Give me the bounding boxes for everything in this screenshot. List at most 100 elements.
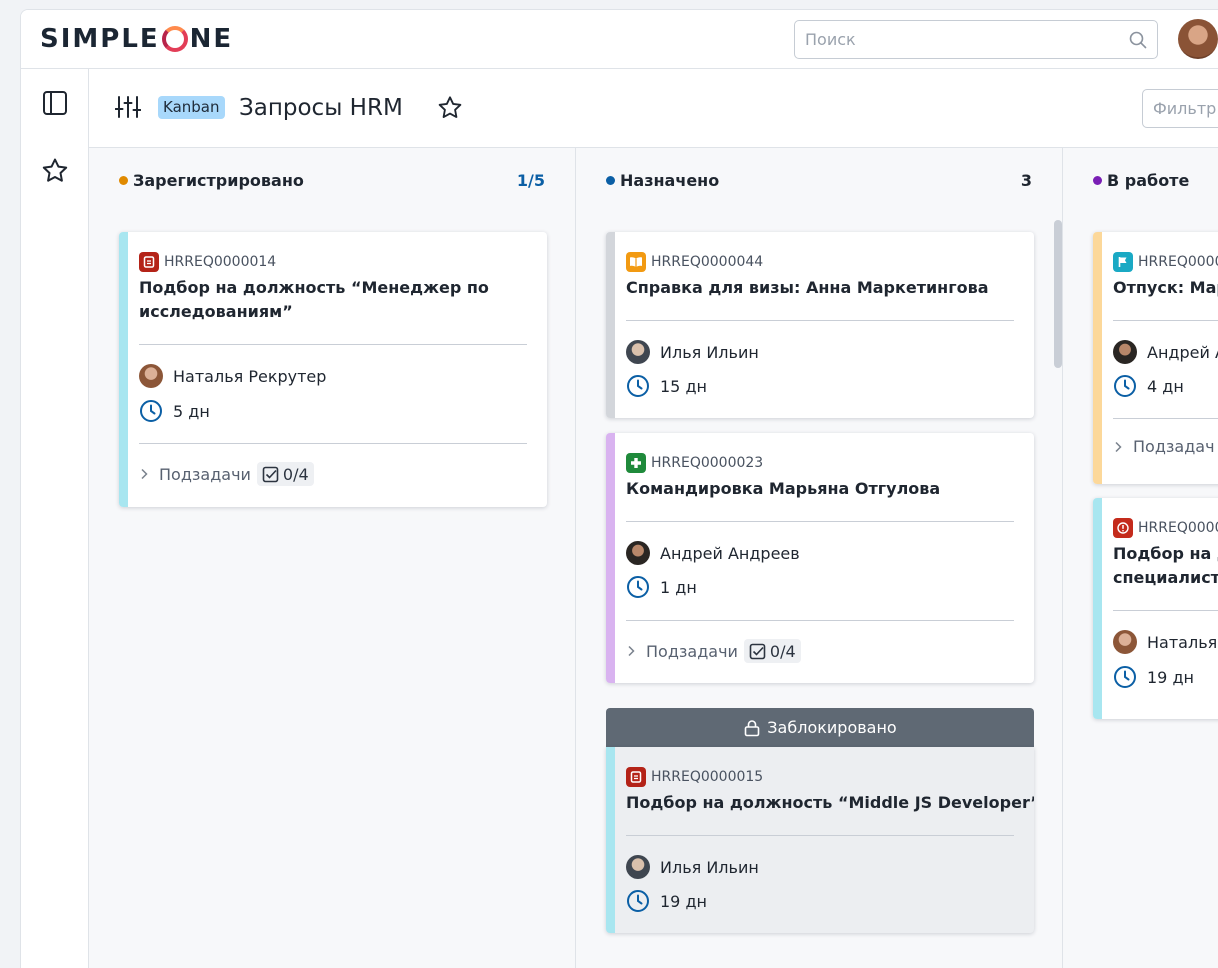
toggle-sidebar-button[interactable]: [41, 89, 69, 117]
divider: [139, 344, 527, 345]
clock-icon: [627, 375, 649, 397]
favorite-star-icon[interactable]: [437, 95, 463, 121]
chevron-right-icon: [628, 645, 635, 657]
card-title[interactable]: Справка для визы: Анна Маркетингова: [626, 276, 1014, 300]
card-title[interactable]: Подбор на должность “Менеджер по исследо…: [139, 276, 527, 324]
document-icon: [139, 252, 159, 272]
logo-text-part2: NE: [189, 24, 234, 54]
subtasks-toggle[interactable]: Подзадачи 0/4: [139, 462, 314, 486]
duration: 19 дн: [1113, 664, 1194, 690]
divider: [1113, 418, 1218, 419]
column-header: В работе: [1093, 168, 1218, 192]
column-in-progress: В работе HRREQ0000 Отпуск: Мар Андрей А: [1063, 148, 1218, 968]
divider: [1113, 610, 1218, 611]
card-title[interactable]: Командировка Марьяна Отгулова: [626, 477, 1014, 501]
assignee: Илья Ильин: [626, 854, 759, 880]
assignee: Андрей А: [1113, 339, 1218, 365]
alert-icon: [1113, 518, 1133, 538]
column-title: В работе: [1107, 170, 1190, 190]
document-icon: [626, 767, 646, 787]
top-bar: SIMPLE NE: [21, 10, 1218, 69]
clock-icon: [1114, 666, 1136, 688]
sidebar-panel-icon: [43, 91, 67, 115]
card-title[interactable]: Отпуск: Мар: [1113, 276, 1218, 300]
assignee: Илья Ильин: [626, 339, 759, 365]
column-header: Назначено 3: [606, 168, 1032, 192]
assignee-avatar: [626, 340, 650, 364]
card-stripe: [119, 232, 128, 507]
kanban-card[interactable]: HRREQ0000 Отпуск: Мар Андрей А 4 дн: [1093, 232, 1218, 484]
lock-icon: [744, 719, 760, 736]
card-id: HRREQ0000014: [139, 252, 276, 272]
kanban-card[interactable]: HRREQ0000 Подбор на д специалист Наталья…: [1093, 498, 1218, 719]
search-box: [794, 20, 1158, 59]
sidebar: [21, 69, 89, 968]
column-scrollbar[interactable]: [1054, 220, 1062, 368]
kanban-card[interactable]: HRREQ0000044 Справка для визы: Анна Марк…: [606, 232, 1034, 418]
user-avatar[interactable]: [1178, 19, 1218, 59]
card-id: HRREQ0000: [1113, 518, 1218, 538]
app-window: SIMPLE NE Kanban Запросы HRM Зарегистриро…: [20, 9, 1218, 968]
kanban-card-locked[interactable]: HRREQ0000015 Подбор на должность “Middle…: [606, 747, 1034, 933]
subtasks-toggle[interactable]: Подзадачи 0/4: [626, 639, 801, 663]
duration: 4 дн: [1113, 373, 1184, 399]
duration: 19 дн: [626, 888, 707, 914]
duration: 5 дн: [139, 398, 210, 424]
kanban-board: Зарегистрировано 1/5 HRREQ0000014 Подбор…: [89, 148, 1218, 968]
column-title: Зарегистрировано: [133, 170, 304, 190]
card-id: HRREQ0000023: [626, 453, 763, 473]
assignee: Андрей Андреев: [626, 540, 800, 566]
card-title[interactable]: Подбор на должность “Middle JS Developer…: [626, 791, 1034, 815]
column-registered: Зарегистрировано 1/5 HRREQ0000014 Подбор…: [89, 148, 576, 968]
divider: [626, 835, 1014, 836]
favorites-button[interactable]: [41, 157, 69, 185]
clock-icon: [140, 400, 162, 422]
divider: [1113, 320, 1218, 321]
kanban-badge: Kanban: [158, 96, 225, 119]
duration: 1 дн: [626, 574, 697, 600]
card-stripe: [606, 433, 615, 683]
assignee-avatar: [626, 855, 650, 879]
column-count: 1/5: [516, 170, 545, 190]
subtasks-toggle[interactable]: Подзадач: [1113, 437, 1215, 456]
checkbox-icon: [749, 643, 766, 659]
chevron-right-icon: [141, 468, 148, 480]
search-icon[interactable]: [1129, 31, 1147, 49]
locked-banner: Заблокировано: [606, 708, 1034, 747]
column-title: Назначено: [620, 170, 720, 190]
assignee-avatar: [1113, 630, 1137, 654]
checkbox-icon: [262, 466, 279, 482]
divider: [626, 620, 1014, 621]
logo-ring-icon: [161, 26, 188, 52]
subtasks-counter: 0/4: [743, 639, 801, 663]
filter-input[interactable]: [1143, 90, 1218, 127]
kanban-card[interactable]: HRREQ0000014 Подбор на должность “Менедж…: [119, 232, 547, 507]
clock-icon: [627, 576, 649, 598]
board-header: Kanban Запросы HRM: [89, 69, 1218, 148]
assignee: Наталья Рекрутер: [139, 363, 326, 389]
assignee-avatar: [626, 541, 650, 565]
assignee: Наталья: [1113, 629, 1217, 655]
status-dot: [1093, 175, 1102, 185]
card-stripe: [1093, 498, 1102, 719]
star-icon: [42, 158, 68, 182]
subtasks-counter: 0/4: [256, 462, 314, 486]
divider: [139, 443, 527, 444]
settings-sliders-icon[interactable]: [115, 95, 141, 119]
medical-cross-icon: [626, 453, 646, 473]
logo[interactable]: SIMPLE NE: [40, 24, 233, 54]
card-title[interactable]: Подбор на д специалист: [1113, 542, 1218, 590]
filter-box: [1142, 89, 1218, 128]
duration: 15 дн: [626, 373, 707, 399]
search-input[interactable]: [795, 21, 1115, 58]
chevron-right-icon: [1115, 441, 1122, 452]
divider: [626, 521, 1014, 522]
card-stripe: [1093, 232, 1102, 484]
status-dot: [606, 175, 615, 185]
kanban-card[interactable]: HRREQ0000023 Командировка Марьяна Отгуло…: [606, 433, 1034, 683]
assignee-avatar: [1113, 340, 1137, 364]
column-assigned: Назначено 3 HRREQ0000044 Справка для виз…: [576, 148, 1063, 968]
clock-icon: [1114, 375, 1136, 397]
card-id: HRREQ0000044: [626, 252, 763, 272]
column-count: 3: [1020, 170, 1032, 190]
